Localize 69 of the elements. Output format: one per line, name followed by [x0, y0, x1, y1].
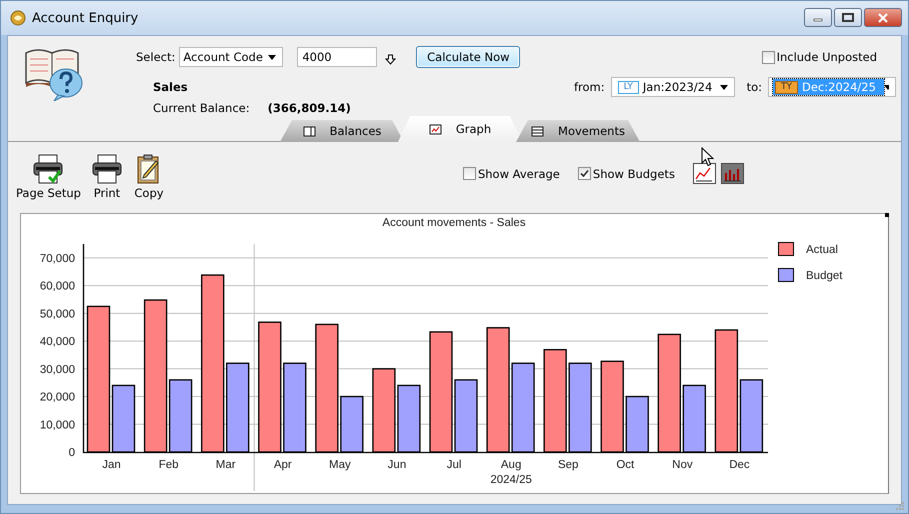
axis-category-label: Oct — [616, 459, 634, 471]
axis-category-label: Feb — [158, 459, 179, 471]
axis-tick-label: 60,000 — [40, 280, 75, 293]
axis-tick-label: 0 — [68, 447, 75, 459]
axis-category-label: Apr — [274, 459, 292, 471]
checkbox[interactable] — [462, 167, 476, 180]
printer-icon — [32, 153, 64, 185]
axis-tick-label: 40,000 — [40, 336, 75, 348]
maximize-button[interactable] — [834, 8, 862, 27]
axis-category-label: Aug — [500, 459, 522, 471]
checkbox-label: Show Budgets — [592, 166, 675, 180]
printer-icon — [90, 153, 123, 185]
axis-category-label: Dec — [729, 459, 750, 471]
axis-category-label: Jan — [102, 459, 121, 471]
account-name: Sales — [153, 80, 189, 94]
axis-category-label: Jul — [446, 459, 462, 471]
chart-title: Account movements - Sales — [382, 217, 526, 229]
axis-tick-label: 10,000 — [40, 419, 75, 432]
axis-category-label: Jun — [388, 459, 406, 471]
toolbar-button[interactable]: Print — [86, 153, 127, 200]
dropdown-arrow-icon — [884, 84, 889, 90]
axis-tick-label: 30,000 — [40, 364, 75, 376]
calculate-now-button[interactable]: Calculate Now — [416, 46, 520, 68]
dropdown-arrow-icon — [268, 54, 276, 60]
period-badge: TY — [775, 80, 798, 94]
period-label: to: — [746, 80, 762, 94]
axis-tick-label: 70,000 — [40, 252, 75, 265]
toolbar-button[interactable]: Page Setup — [12, 153, 85, 200]
close-icon — [877, 12, 889, 22]
tab[interactable]: Movements — [516, 120, 640, 142]
balance-value: (366,809.14) — [268, 101, 351, 115]
legend-label: Actual — [806, 244, 838, 256]
axis-category-label: Mar — [216, 459, 236, 471]
checkbox-label: Show Average — [478, 166, 560, 180]
show-option-checkbox[interactable]: Show Average — [462, 166, 560, 180]
show-option-checkbox[interactable]: Show Budgets — [578, 166, 675, 180]
table-icon — [302, 126, 316, 136]
checkbox[interactable] — [762, 50, 775, 64]
bar-chart-button[interactable] — [720, 163, 744, 184]
app-icon — [10, 10, 26, 26]
period-dropdown[interactable]: LY Jan:2023/24 — [610, 77, 735, 97]
minimize-button[interactable] — [804, 8, 832, 27]
line-chart-button[interactable] — [692, 163, 716, 184]
balance-label: Current Balance: — [153, 101, 250, 115]
down-arrow-icon[interactable] — [385, 54, 396, 64]
dropdown-arrow-icon — [720, 84, 728, 90]
checkbox[interactable] — [578, 167, 591, 180]
axis-category-label: Sep — [558, 459, 578, 471]
select-label: Select: — [136, 50, 176, 64]
period-label: from: — [574, 80, 605, 94]
account-type-dropdown[interactable]: Account Code — [179, 47, 284, 67]
list-icon — [531, 126, 544, 136]
period-dropdown[interactable]: TY Dec:2024/25 — [768, 77, 896, 97]
legend-label: Budget — [806, 270, 842, 282]
toolbar-button[interactable]: Copy — [128, 153, 169, 200]
axis-tick-label: 20,000 — [40, 392, 75, 404]
period-badge: LY — [618, 80, 639, 94]
cursor-icon — [701, 147, 714, 167]
period-axis-label: 2024/25 — [490, 474, 532, 486]
graph-icon — [428, 124, 442, 134]
close-button[interactable] — [864, 8, 902, 27]
account-code-field[interactable]: 4000 — [297, 47, 378, 67]
maximize-icon — [842, 13, 854, 22]
tab[interactable]: Graph — [398, 116, 522, 142]
window-title: Account Enquiry — [32, 10, 140, 26]
axis-tick-label: 50,000 — [40, 308, 75, 320]
axis-category-label: May — [329, 459, 351, 471]
axis-category-label: Nov — [672, 459, 693, 471]
resize-grip-icon[interactable] — [895, 501, 905, 511]
